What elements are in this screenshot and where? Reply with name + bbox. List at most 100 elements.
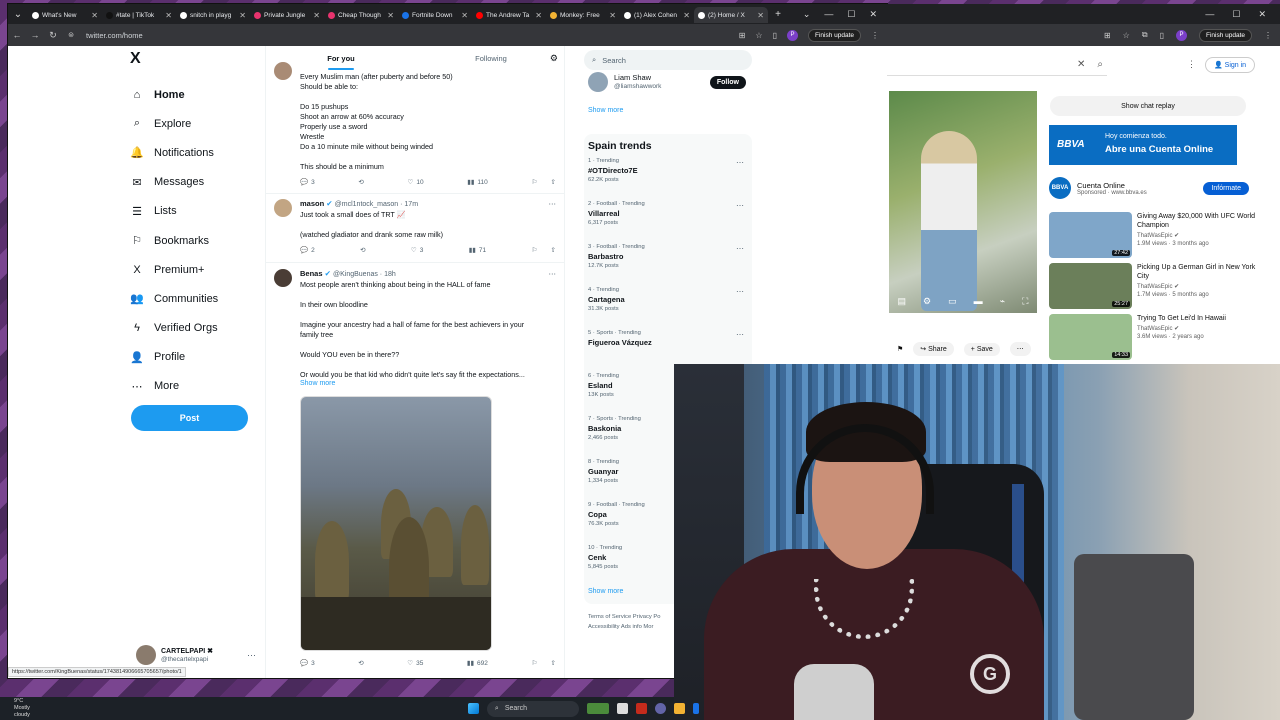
- views-icon[interactable]: ▮▮ 110: [467, 178, 488, 187]
- follow-name[interactable]: Liam Shaw: [614, 73, 651, 82]
- more-icon[interactable]: ⋯: [549, 269, 557, 278]
- reply-button[interactable]: 💬 3: [300, 178, 315, 187]
- retweet-button[interactable]: ⟲: [360, 246, 365, 254]
- close-tab-icon[interactable]: ✕: [91, 11, 98, 20]
- share-icon[interactable]: ⇧: [551, 659, 556, 667]
- video-thumbnail[interactable]: 25:27: [1049, 263, 1132, 309]
- minimize-button[interactable]: —: [1205, 9, 1214, 19]
- close-tab-icon[interactable]: ✕: [683, 11, 690, 20]
- folder-icon[interactable]: [673, 703, 685, 714]
- clear-search-icon[interactable]: ✕: [1077, 59, 1085, 70]
- retweet-button[interactable]: ⟲: [358, 178, 363, 186]
- sidepanel-icon[interactable]: ▯: [773, 31, 777, 40]
- nav-item-more[interactable]: ⋯ More: [130, 372, 280, 401]
- post-button[interactable]: Post: [131, 405, 248, 431]
- tab-search-icon[interactable]: ⌄: [8, 4, 28, 24]
- yt-search-bar[interactable]: ✕ ⌕: [887, 54, 1107, 76]
- profile-avatar[interactable]: P: [786, 29, 798, 41]
- trend-item[interactable]: 3 · Football · Trending Barbastro 12.7K po…: [584, 244, 752, 287]
- close-tab-icon[interactable]: ✕: [609, 11, 616, 20]
- settings-kebab-icon[interactable]: ⋮: [1187, 59, 1196, 70]
- video-channel[interactable]: ThatWasEpic ✔: [1137, 325, 1226, 332]
- start-icon[interactable]: [467, 703, 479, 714]
- nav-item-lists[interactable]: ☰ Lists: [130, 197, 280, 226]
- share-icon[interactable]: ⇧: [551, 178, 556, 186]
- views-icon[interactable]: ▮▮ 692: [467, 659, 488, 668]
- share-button[interactable]: ↪ Share: [913, 342, 954, 356]
- video-title[interactable]: Picking Up a German Girl in New York Cit…: [1137, 263, 1269, 281]
- footer-line[interactable]: Terms of Service Privacy Po: [588, 612, 660, 622]
- close-tab-icon[interactable]: ✕: [461, 11, 468, 20]
- app-icon[interactable]: [635, 703, 647, 714]
- browser-tab[interactable]: Monkey: Free ✕: [546, 7, 620, 23]
- bookmark-icon[interactable]: ⚐: [531, 178, 537, 186]
- browser-tab[interactable]: #tate | TikTok ✕: [102, 7, 176, 23]
- bookmark-icon[interactable]: ⚐: [531, 659, 537, 667]
- new-tab-button[interactable]: +: [768, 4, 788, 24]
- tweet-2[interactable]: mason ✔ @mcl1ntock_mason · 17m ⋯ Just to…: [274, 199, 564, 254]
- sign-in-button[interactable]: 👤 Sign in: [1205, 57, 1256, 73]
- avatar[interactable]: [274, 62, 292, 80]
- show-more-link[interactable]: Show more: [300, 380, 564, 387]
- nav-item-bookmarks[interactable]: ⚐ Bookmarks: [130, 226, 280, 255]
- fullscreen-icon[interactable]: ⛶: [1022, 296, 1028, 307]
- nav-item-premium-[interactable]: X Premium+: [130, 255, 280, 284]
- more-icon[interactable]: ⋯: [247, 650, 256, 661]
- browser-tab[interactable]: Private Jungle ✕: [250, 7, 324, 23]
- more-icon[interactable]: ⋯: [736, 244, 744, 253]
- avatar[interactable]: [274, 199, 292, 217]
- account-switcher[interactable]: CARTELPAPI ✖ @thecartelxpapi ⋯: [136, 644, 256, 666]
- back-button[interactable]: ←: [8, 30, 26, 40]
- caret-icon[interactable]: ⌄: [803, 9, 811, 20]
- more-icon[interactable]: ⋯: [736, 330, 744, 339]
- browser-icon[interactable]: [692, 703, 699, 714]
- finish-update-button[interactable]: Finish update: [1198, 28, 1252, 42]
- ad-cta-button[interactable]: Infórmate: [1203, 181, 1249, 195]
- more-icon[interactable]: ⋯: [736, 201, 744, 210]
- browser-tab[interactable]: What's New ✕: [28, 7, 102, 23]
- save-button[interactable]: + Save: [963, 342, 1000, 356]
- bookmark-icon[interactable]: ⚐: [531, 246, 537, 254]
- video-channel[interactable]: ThatWasEpic ✔: [1137, 232, 1269, 239]
- retweet-button[interactable]: ⟲: [358, 659, 363, 667]
- subtitles-icon[interactable]: ▤: [898, 296, 907, 307]
- extensions-icon[interactable]: ⧉: [1142, 30, 1148, 40]
- show-more-link[interactable]: Show more: [588, 107, 623, 114]
- theater-icon[interactable]: ▬: [974, 296, 983, 307]
- menu-kebab-icon[interactable]: ⋮: [871, 31, 879, 40]
- close-tab-icon[interactable]: ✕: [535, 11, 542, 20]
- recommended-video[interactable]: 27:42 Giving Away $20,000 With UFC World …: [1049, 212, 1269, 260]
- tweet-1[interactable]: Every Muslim man (after puberty and befo…: [274, 62, 564, 187]
- reply-button[interactable]: 💬 3: [300, 659, 315, 668]
- finish-update-button[interactable]: Finish update: [807, 28, 861, 42]
- browser-tab[interactable]: Fortnite Down ✕: [398, 7, 472, 23]
- taskview-icon[interactable]: [616, 703, 628, 714]
- like-button[interactable]: ♡ 10: [408, 178, 424, 187]
- reply-button[interactable]: 💬 2: [300, 246, 315, 255]
- video-channel[interactable]: ThatWasEpic ✔: [1137, 283, 1269, 290]
- video-thumbnail[interactable]: 27:42: [1049, 212, 1132, 258]
- bookmark-star-icon[interactable]: ☆: [1123, 31, 1130, 40]
- show-chat-replay-button[interactable]: Show chat replay: [1050, 96, 1246, 116]
- recommended-video[interactable]: 25:27 Picking Up a German Girl in New Yor…: [1049, 263, 1269, 311]
- views-icon[interactable]: ▮▮ 71: [469, 246, 486, 255]
- nav-item-verified-orgs[interactable]: ϟ Verified Orgs: [130, 314, 280, 343]
- ad-banner[interactable]: BBVA Hoy comienza todo. Abre una Cuenta …: [1049, 125, 1237, 165]
- close-tab-icon[interactable]: ✕: [387, 11, 394, 20]
- like-button[interactable]: ♡ 3: [411, 246, 423, 255]
- settings-gear-icon[interactable]: ⚙: [550, 53, 558, 64]
- search-icon[interactable]: ⌕: [1097, 59, 1103, 70]
- more-icon[interactable]: ⋯: [736, 287, 744, 296]
- close-tab-icon[interactable]: ✕: [165, 11, 172, 20]
- forward-button[interactable]: →: [26, 30, 44, 40]
- recommended-video[interactable]: 14:33 Trying To Get Lei'd In Hawaii ThatWa…: [1049, 314, 1269, 362]
- menu-kebab-icon[interactable]: ⋮: [1264, 31, 1272, 40]
- profile-avatar[interactable]: P: [1175, 29, 1187, 41]
- reload-button[interactable]: ↻: [44, 30, 62, 41]
- ad-title[interactable]: Cuenta Online: [1077, 181, 1147, 190]
- maximize-button[interactable]: ☐: [847, 9, 855, 20]
- install-icon[interactable]: ⊞: [1104, 31, 1111, 40]
- ad-logo[interactable]: BBVA: [1049, 177, 1071, 199]
- nav-item-explore[interactable]: ⌕ Explore: [130, 109, 280, 138]
- sidepanel-icon[interactable]: ▯: [1160, 31, 1164, 40]
